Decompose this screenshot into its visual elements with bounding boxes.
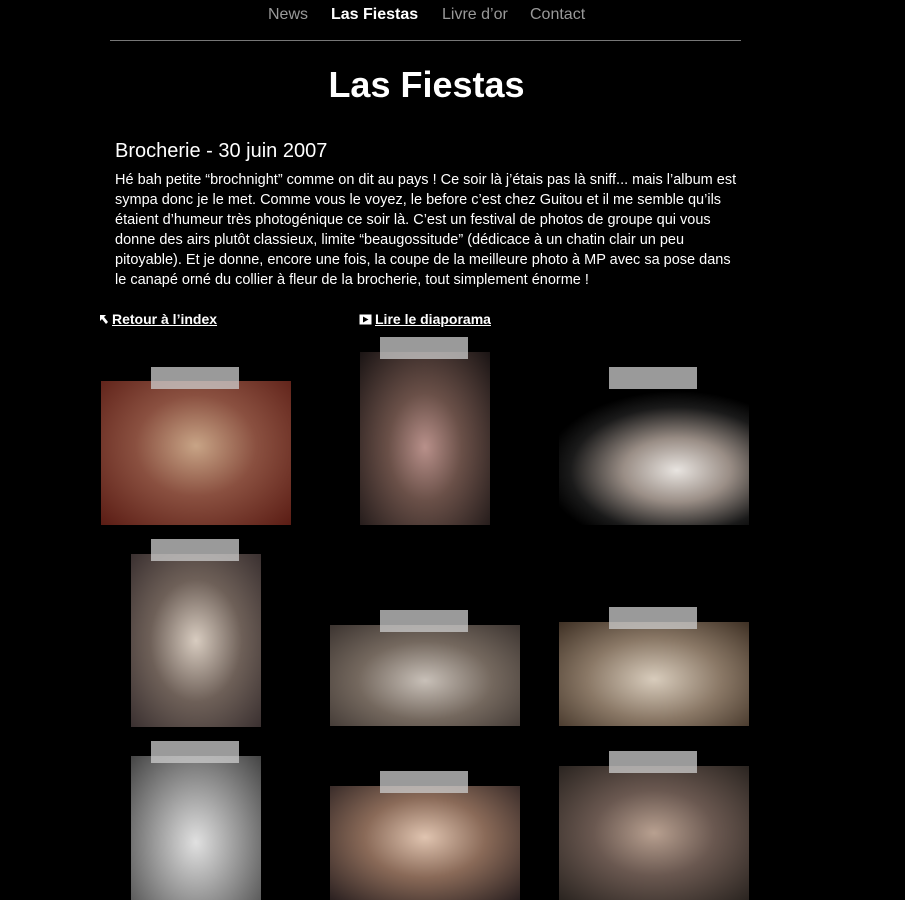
tape-strip bbox=[609, 607, 697, 629]
photo-thumbnail[interactable] bbox=[131, 756, 261, 900]
nav-item-contact[interactable]: Contact bbox=[530, 6, 585, 24]
photo-thumbnail[interactable] bbox=[559, 622, 749, 726]
photo-thumbnail[interactable] bbox=[559, 766, 749, 900]
album-description: Hé bah petite “brochnight” comme on dit … bbox=[115, 172, 737, 288]
tape-strip bbox=[609, 367, 697, 389]
arrow-up-left-icon bbox=[100, 315, 108, 324]
album-title: Brocherie - 30 juin 2007 bbox=[115, 140, 328, 162]
tape-strip bbox=[609, 751, 697, 773]
nav-item-livre-dor[interactable]: Livre d’or bbox=[442, 6, 508, 24]
nav-item-las-fiestas[interactable]: Las Fiestas bbox=[331, 6, 418, 24]
tape-strip bbox=[151, 367, 239, 389]
back-to-index-label: Retour à l’index bbox=[112, 311, 218, 327]
slideshow-label: Lire le diaporama bbox=[375, 311, 491, 327]
page-title: Las Fiestas bbox=[328, 64, 525, 105]
photo-thumbnail[interactable] bbox=[330, 786, 520, 900]
photo-thumbnail[interactable] bbox=[360, 352, 490, 525]
play-icon bbox=[359, 314, 372, 325]
photo-thumbnail[interactable] bbox=[559, 381, 749, 525]
photo-thumbnail[interactable] bbox=[131, 554, 261, 727]
tape-strip bbox=[380, 610, 468, 632]
photo-thumbnail[interactable] bbox=[101, 381, 291, 525]
tape-strip bbox=[380, 337, 468, 359]
tape-strip bbox=[380, 771, 468, 793]
photo-thumbnail[interactable] bbox=[330, 625, 520, 726]
tape-strip bbox=[151, 539, 239, 561]
nav-item-news[interactable]: News bbox=[268, 6, 308, 24]
slideshow-link[interactable]: Lire le diaporama bbox=[359, 311, 491, 327]
back-to-index-link[interactable]: Retour à l’index bbox=[99, 311, 217, 327]
tape-strip bbox=[151, 741, 239, 763]
main-nav: News Las Fiestas Livre d’or Contact bbox=[110, 0, 741, 41]
